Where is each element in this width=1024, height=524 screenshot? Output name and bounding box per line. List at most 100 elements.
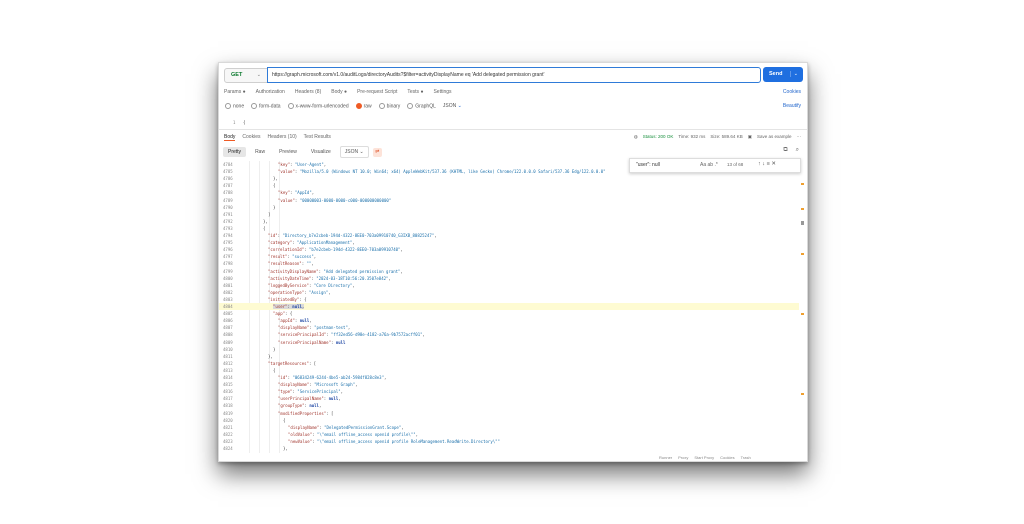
view-preview[interactable]: Preview bbox=[274, 147, 302, 157]
line-number: 4788 bbox=[223, 190, 233, 196]
radio-binary[interactable]: binary bbox=[378, 103, 400, 109]
footer-start-proxy[interactable]: Start Proxy bbox=[694, 455, 714, 460]
line-number: 4784 bbox=[223, 162, 233, 167]
next-match-icon[interactable]: ↓ bbox=[762, 161, 765, 167]
tab-authorization[interactable]: Authorization bbox=[256, 89, 285, 95]
scroll-marker bbox=[801, 183, 804, 185]
body-type-options: none form-data x-www-form-urlencoded raw… bbox=[225, 103, 462, 109]
method-select[interactable]: GET ⌄ bbox=[224, 68, 268, 83]
line-number: 4812 bbox=[223, 360, 233, 366]
selection-icon[interactable]: ≡ bbox=[767, 161, 770, 167]
send-button[interactable]: Send ⌄ bbox=[763, 67, 803, 82]
code-line: "category": "ApplicationManagement", bbox=[268, 240, 355, 246]
response-body-editor[interactable]: 4784 "key": "User-Agent", 4785 "value": "Mo… bbox=[219, 161, 799, 453]
footer-trash[interactable]: Trash bbox=[741, 455, 751, 460]
status-bar: Runner Proxy Start Proxy Cookies Trash bbox=[659, 455, 751, 460]
status-code: Status: 200 OK bbox=[642, 134, 674, 139]
match-case-icon[interactable]: Aa ab .* bbox=[700, 162, 718, 168]
code-line: "oldValue": "\"email offline_access open… bbox=[288, 431, 419, 437]
body-format-select[interactable]: JSON ⌄ bbox=[443, 103, 462, 109]
tab-body[interactable]: Body ● bbox=[331, 89, 347, 95]
code-row: 4796 "correlationId": "b7e2cbeb-194d-4322… bbox=[219, 246, 799, 253]
scroll-thumb[interactable] bbox=[801, 221, 804, 225]
code-line: "targetResources": [ bbox=[268, 360, 317, 366]
previous-match-icon[interactable]: ↑ bbox=[758, 161, 761, 167]
radio-graphql[interactable]: GraphQL bbox=[407, 103, 436, 109]
code-row: 4800 "activityDateTime": "2024-03-18T10:5… bbox=[219, 275, 799, 282]
line-number: 4807 bbox=[223, 325, 233, 331]
line-number: 4803 bbox=[223, 296, 233, 302]
code-row: 4823 "newValue": "\"email offline_access … bbox=[219, 438, 799, 445]
tab-response-headers[interactable]: Headers (10) bbox=[267, 134, 296, 141]
find-input[interactable]: "user": null bbox=[636, 162, 660, 168]
code-row: 4816 "type": "ServicePrincipal", bbox=[219, 388, 799, 395]
code-row: 4793 { bbox=[219, 225, 799, 232]
tab-tests[interactable]: Tests ● bbox=[407, 89, 423, 95]
line-number: 4814 bbox=[223, 375, 233, 380]
footer-cookies[interactable]: Cookies bbox=[720, 455, 734, 460]
tab-response-cookies[interactable]: Cookies bbox=[242, 134, 260, 141]
code-line: "servicePrincipalName": null bbox=[278, 339, 346, 345]
request-body-editor[interactable]: 1 { bbox=[219, 115, 807, 130]
tab-test-results[interactable]: Test Results bbox=[304, 134, 331, 141]
code-row: 4787 { bbox=[219, 182, 799, 189]
response-size: Size: 589.64 KB bbox=[710, 134, 743, 139]
globe-icon: ◍ bbox=[633, 134, 638, 139]
line-number: 4790 bbox=[223, 204, 233, 210]
tab-params[interactable]: Params ● bbox=[224, 89, 246, 95]
code-row: 4808 "servicePrincipalId": "ff32ed56-d98e… bbox=[219, 331, 799, 338]
line-number: 4820 bbox=[223, 417, 233, 423]
more-icon[interactable]: ⋯ bbox=[797, 134, 802, 140]
radio-raw[interactable]: raw bbox=[355, 103, 372, 109]
line-number: 4786 bbox=[223, 176, 233, 182]
code-line: "correlationId": "b7e2cbeb-194d-4322-8EE… bbox=[268, 247, 403, 253]
code-row: 4806 "appId": null, bbox=[219, 317, 799, 324]
view-raw[interactable]: Raw bbox=[250, 147, 270, 157]
code-row: 4795 "category": "ApplicationManagement", bbox=[219, 239, 799, 246]
tab-headers[interactable]: Headers (8) bbox=[295, 89, 321, 95]
code-line: "displayName": "Microsoft Graph", bbox=[278, 382, 358, 388]
code-line: } bbox=[273, 204, 276, 210]
url-input[interactable]: https://graph.microsoft.com/v1.0/auditLo… bbox=[267, 67, 761, 83]
method-label: GET bbox=[231, 72, 243, 78]
response-tabs: Body Cookies Headers (10) Test Results bbox=[224, 134, 331, 141]
status-dot-icon: ● bbox=[344, 89, 348, 95]
wrap-icon[interactable]: ⇌ bbox=[372, 147, 382, 157]
code-row: 4789 "value": "00000003-0000-0000-c000-00… bbox=[219, 197, 799, 204]
tab-pre-request-script[interactable]: Pre-request Script bbox=[357, 89, 397, 95]
beautify-link[interactable]: Beautify bbox=[783, 103, 801, 109]
code-line: "appId": null, bbox=[278, 318, 312, 324]
code-row: 4811}, bbox=[219, 353, 799, 360]
search-icon[interactable]: ⌕ bbox=[796, 147, 799, 154]
radio-form-data[interactable]: form-data bbox=[251, 103, 281, 109]
code-row: 4817 "userPrincipalName": null, bbox=[219, 395, 799, 402]
code-line: }, bbox=[283, 446, 288, 451]
response-format-select[interactable]: JSON ⌄ bbox=[339, 146, 369, 158]
tab-settings[interactable]: Settings bbox=[433, 89, 451, 95]
close-icon[interactable]: ✕ bbox=[771, 161, 776, 167]
view-pretty[interactable]: Pretty bbox=[223, 147, 247, 157]
footer-runner[interactable]: Runner bbox=[659, 455, 672, 460]
code-line: { bbox=[263, 225, 266, 231]
line-number: 4787 bbox=[223, 183, 233, 189]
editor-scrollbar[interactable] bbox=[801, 163, 805, 453]
tab-response-body[interactable]: Body bbox=[224, 134, 236, 141]
copy-icon[interactable]: ⧉ bbox=[783, 147, 787, 154]
view-visualize[interactable]: Visualize bbox=[306, 147, 336, 157]
code-row: 4791] bbox=[219, 211, 799, 218]
chevron-down-icon[interactable]: ⌄ bbox=[789, 71, 798, 77]
radio-urlencoded[interactable]: x-www-form-urlencoded bbox=[287, 103, 349, 109]
save-as-example-button[interactable]: Save as example bbox=[757, 134, 792, 140]
radio-none[interactable]: none bbox=[225, 103, 244, 109]
code-line: }, bbox=[273, 176, 278, 182]
cookies-link[interactable]: Cookies bbox=[783, 89, 801, 95]
code-row: 4786}, bbox=[219, 175, 799, 182]
code-row: 4813 { bbox=[219, 367, 799, 374]
code-line: ] bbox=[268, 211, 271, 217]
line-number: 4809 bbox=[223, 339, 233, 345]
line-number: 4817 bbox=[223, 396, 233, 402]
code-line: "key": "AppId", bbox=[278, 190, 315, 196]
footer-proxy[interactable]: Proxy bbox=[678, 455, 688, 460]
status-dot-icon: ● bbox=[420, 89, 424, 95]
code-row: 4792}, bbox=[219, 218, 799, 225]
